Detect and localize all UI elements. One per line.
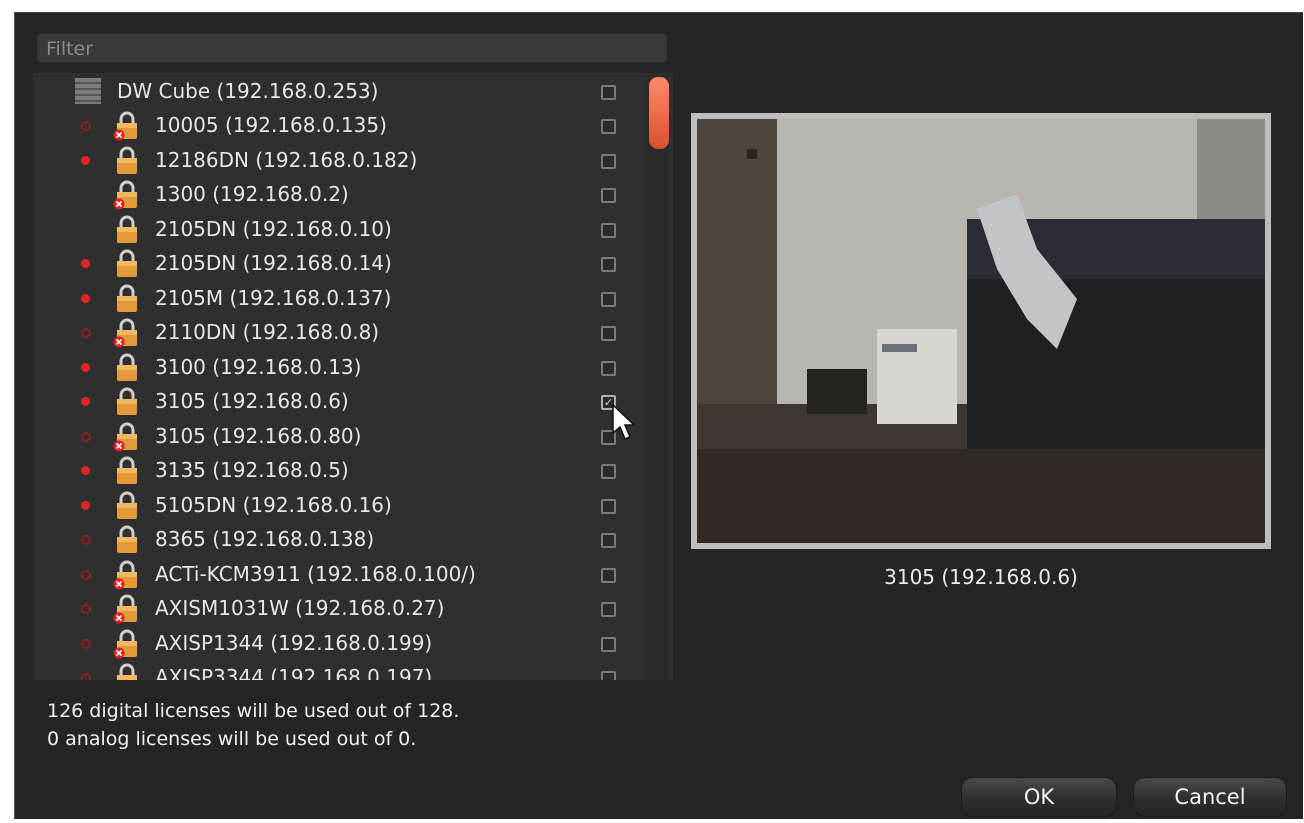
camera-label: 3105 (192.168.0.80)	[155, 423, 362, 448]
camera-icon	[113, 422, 137, 451]
camera-icon	[117, 215, 137, 243]
camera-label: 2105M (192.168.0.137)	[155, 285, 392, 310]
camera-label: 5105DN (192.168.0.16)	[155, 492, 392, 517]
camera-icon	[113, 629, 137, 658]
offline-status-icon	[81, 638, 91, 649]
recording-status-icon	[81, 293, 90, 303]
ok-button[interactable]: OK	[961, 777, 1117, 817]
camera-selection-dialog: Filter DW Cube (192.168.0.253) 10005 (19…	[14, 12, 1303, 819]
camera-label: ACTi-KCM3911 (192.168.0.100/)	[155, 561, 476, 586]
camera-checkbox[interactable]	[601, 188, 616, 203]
server-icon	[75, 78, 101, 104]
camera-tree: DW Cube (192.168.0.253) 10005 (192.168.0…	[33, 73, 673, 680]
preview-image	[697, 119, 1265, 543]
recording-status-icon	[81, 466, 90, 475]
camera-icon	[113, 560, 137, 589]
camera-row[interactable]: 5105DN (192.168.0.16)	[33, 489, 633, 523]
camera-label: 2105DN (192.168.0.14)	[155, 251, 392, 275]
camera-row[interactable]: AXISM1031W (192.168.0.27)	[33, 592, 633, 626]
preview-caption: 3105 (192.168.0.6)	[884, 565, 1078, 589]
offline-status-icon	[81, 604, 91, 614]
camera-row[interactable]: 10005 (192.168.0.135)	[33, 109, 633, 143]
filter-input[interactable]: Filter	[37, 33, 667, 63]
tree-scrollbar[interactable]	[647, 75, 669, 680]
camera-row[interactable]: 1300 (192.168.0.2)	[33, 178, 633, 212]
offline-status-icon	[81, 328, 91, 338]
scrollbar-thumb[interactable]	[649, 77, 669, 149]
camera-row[interactable]: 12186DN (192.168.0.182)	[33, 144, 633, 178]
camera-row[interactable]: 3105 (192.168.0.6) ✓	[33, 385, 633, 419]
camera-checkbox[interactable]	[601, 602, 616, 617]
camera-checkbox[interactable]	[601, 671, 616, 680]
camera-checkbox[interactable]	[601, 257, 616, 272]
camera-row[interactable]: AXISP1344 (192.168.0.199)	[33, 627, 633, 661]
digital-license-text: 126 digital licenses will be used out of…	[47, 700, 460, 722]
recording-status-icon	[81, 259, 90, 268]
camera-label: 2105DN (192.168.0.10)	[155, 216, 392, 241]
offline-status-icon	[81, 121, 91, 131]
analog-license-text: 0 analog licenses will be used out of 0.	[47, 728, 417, 750]
camera-icon	[113, 594, 137, 624]
camera-row[interactable]: 2105DN (192.168.0.10)	[33, 213, 633, 247]
camera-checkbox[interactable]	[601, 498, 616, 514]
camera-row[interactable]: 3100 (192.168.0.13)	[33, 351, 633, 385]
offline-status-icon	[81, 535, 91, 545]
camera-icon	[113, 180, 137, 210]
camera-checkbox[interactable]	[601, 326, 616, 341]
camera-icon	[117, 491, 137, 519]
camera-label: 2110DN (192.168.0.8)	[155, 320, 380, 344]
server-label: DW Cube (192.168.0.253)	[117, 79, 379, 103]
camera-icon	[117, 663, 137, 680]
offline-status-icon	[81, 673, 91, 680]
camera-label: 3135 (192.168.0.5)	[155, 458, 349, 482]
recording-status-icon	[81, 397, 90, 406]
camera-icon	[117, 284, 137, 312]
camera-checkbox[interactable]	[601, 360, 616, 376]
camera-icon	[117, 249, 137, 277]
camera-row[interactable]: 3105 (192.168.0.80)	[33, 420, 633, 454]
recording-status-icon	[81, 362, 90, 372]
camera-row[interactable]: 8365 (192.168.0.138)	[33, 523, 633, 557]
camera-icon	[117, 387, 137, 415]
camera-row[interactable]: ACTi-KCM3911 (192.168.0.100/)	[33, 558, 633, 592]
camera-checkbox[interactable]	[601, 567, 616, 583]
camera-label: 3105 (192.168.0.6)	[155, 389, 349, 413]
license-info: 126 digital licenses will be used out of…	[47, 697, 459, 753]
cancel-button[interactable]: Cancel	[1133, 777, 1287, 817]
camera-label: 12186DN (192.168.0.182)	[155, 147, 418, 172]
camera-row[interactable]: 2105DN (192.168.0.14)	[33, 247, 633, 281]
camera-checkbox[interactable]	[601, 464, 616, 479]
camera-label: 8365 (192.168.0.138)	[155, 527, 375, 551]
camera-icon	[117, 525, 137, 553]
camera-row[interactable]: 2110DN (192.168.0.8)	[33, 316, 633, 350]
camera-row[interactable]: 3135 (192.168.0.5)	[33, 454, 633, 488]
camera-preview	[691, 113, 1271, 549]
offline-status-icon	[81, 569, 91, 580]
camera-checkbox[interactable]	[601, 291, 616, 307]
camera-label: 1300 (192.168.0.2)	[155, 182, 349, 206]
camera-checkbox[interactable]	[601, 533, 616, 548]
camera-icon	[117, 146, 137, 174]
camera-checkbox[interactable]	[601, 222, 616, 238]
camera-checkbox[interactable]	[601, 153, 616, 169]
recording-status-icon	[81, 155, 90, 165]
recording-status-icon	[81, 500, 90, 510]
camera-icon	[113, 318, 137, 348]
camera-row[interactable]: AXISP3344 (192.168.0.197)	[33, 661, 633, 680]
camera-checkbox[interactable]	[601, 119, 616, 134]
camera-label: AXISP1344 (192.168.0.199)	[155, 630, 433, 655]
camera-icon	[113, 111, 137, 141]
camera-label: AXISM1031W (192.168.0.27)	[155, 596, 445, 620]
camera-icon	[117, 456, 137, 484]
camera-checkbox[interactable]	[601, 636, 616, 652]
camera-label: 10005 (192.168.0.135)	[155, 113, 387, 137]
mouse-cursor-icon	[612, 403, 636, 440]
camera-icon	[117, 353, 137, 381]
server-checkbox[interactable]	[601, 85, 616, 100]
tree-server-row[interactable]: DW Cube (192.168.0.253)	[33, 75, 633, 109]
offline-status-icon	[81, 431, 91, 442]
camera-label: 3100 (192.168.0.13)	[155, 354, 362, 379]
camera-row[interactable]: 2105M (192.168.0.137)	[33, 282, 633, 316]
camera-label: AXISP3344 (192.168.0.197)	[155, 665, 433, 680]
